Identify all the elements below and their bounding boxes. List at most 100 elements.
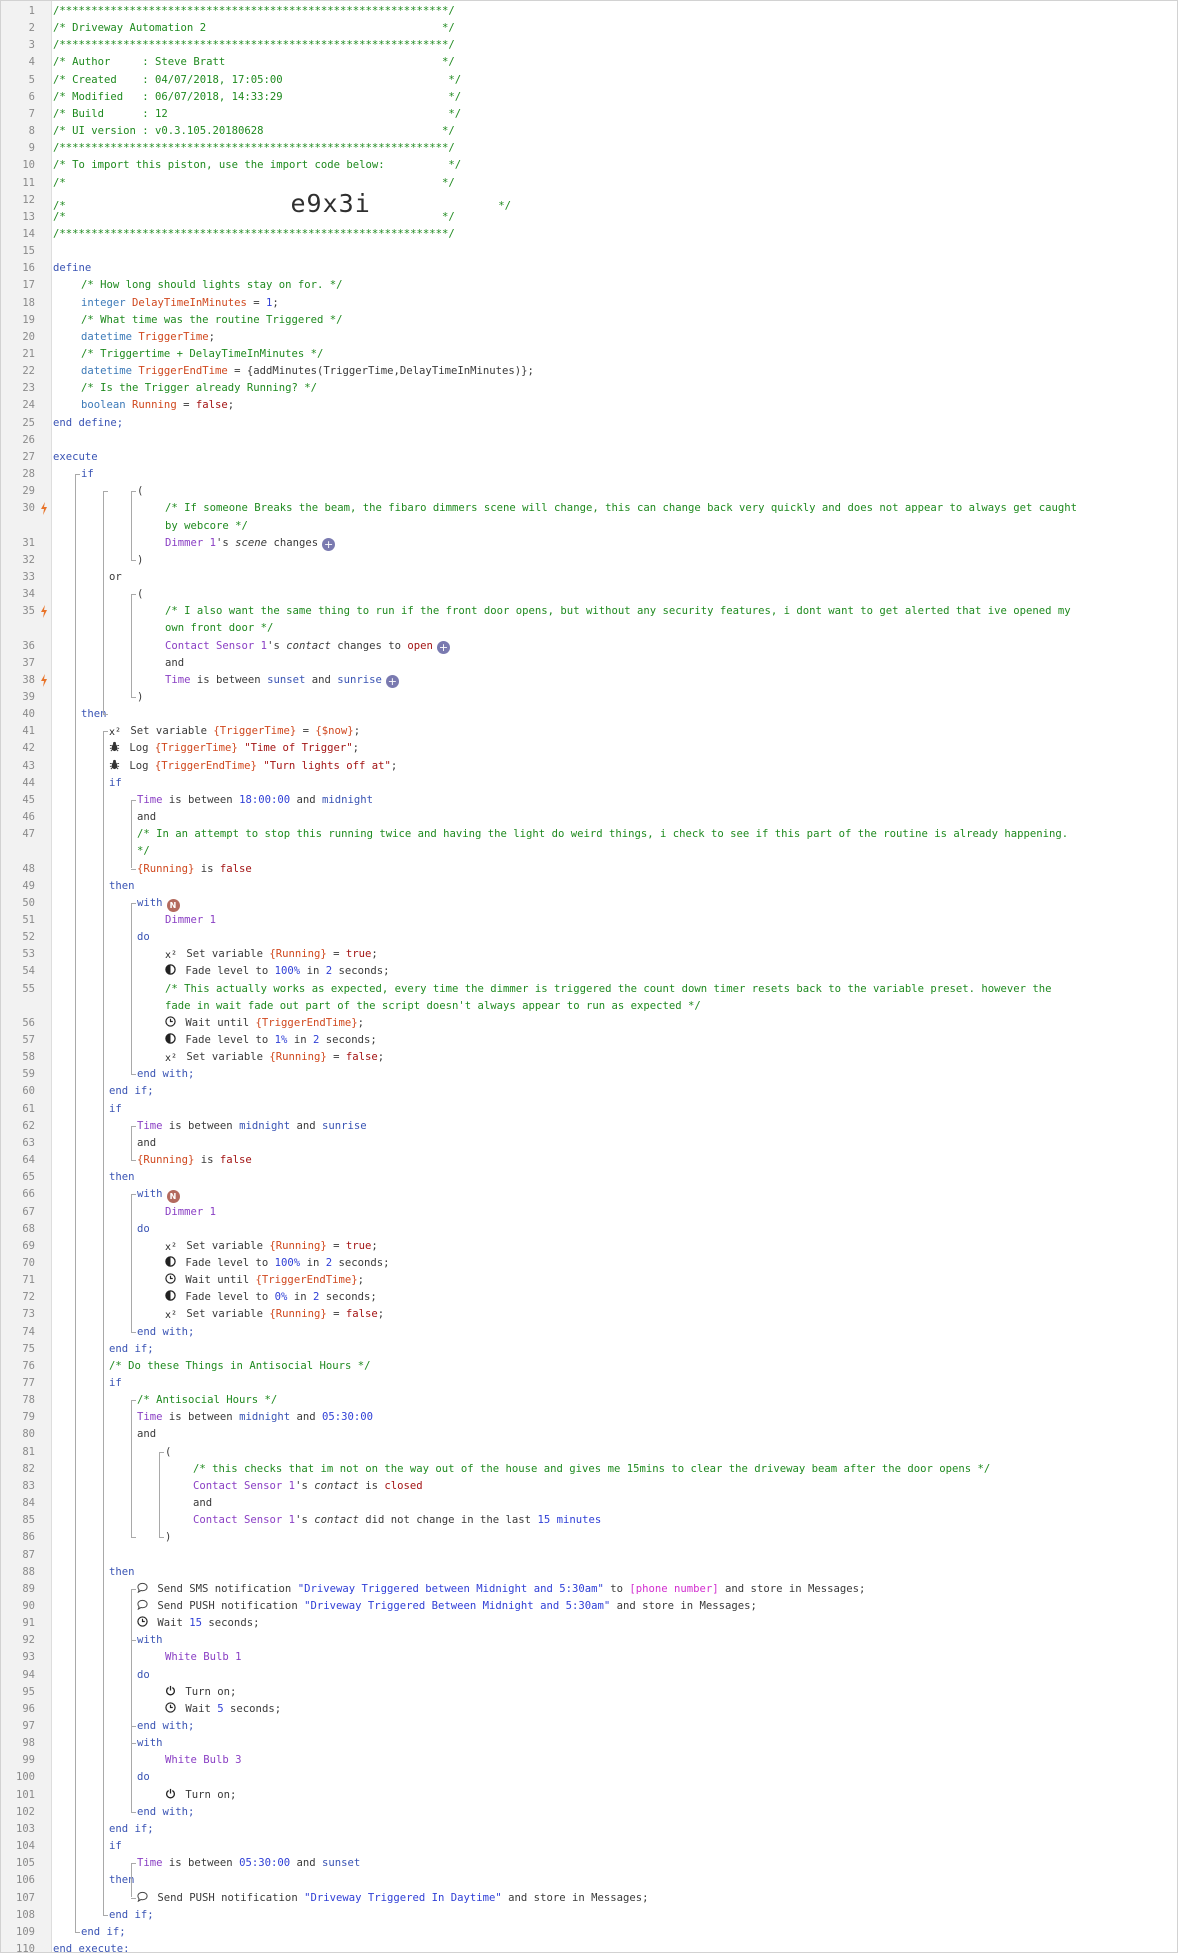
- code-text: end if;: [109, 1085, 154, 1098]
- code-text: end with;: [137, 1805, 195, 1818]
- line-number: 95: [22, 1685, 35, 1698]
- toggle-icon: [165, 1290, 179, 1303]
- code-line: 2 /* Driveway Automation 2 */: [1, 20, 1177, 37]
- code-text: x² Set variable {TriggerTime} = {$now};: [109, 725, 361, 739]
- line-number: 65: [22, 1171, 35, 1184]
- code-line: 64 {Running} is false: [1, 1152, 1177, 1169]
- code-line: 19 /* What time was the routine Triggered…: [1, 312, 1177, 329]
- device-badge-icon: N: [166, 898, 180, 912]
- line-number: 29: [22, 485, 35, 498]
- code-text: /* I also want the same thing to run if …: [165, 605, 1071, 618]
- code-text: /* How long should lights stay on for. *…: [81, 279, 343, 292]
- line-number: 66: [22, 1188, 35, 1201]
- line-number: 67: [22, 1205, 35, 1218]
- code-line: 53 x² Set variable {Running} = true;: [1, 946, 1177, 963]
- code-text: /* Build : 12 */: [53, 107, 462, 120]
- code-text: if: [109, 1840, 122, 1853]
- code-text: Dimmer 1: [165, 1205, 217, 1218]
- code-text: then: [109, 879, 135, 892]
- code-text: Fade level to 0% in 2 seconds;: [165, 1289, 377, 1306]
- line-number: 44: [22, 776, 35, 789]
- line-number: 37: [22, 656, 35, 669]
- block-guide-cap: [131, 1074, 136, 1076]
- code-line: 3 /**************************************…: [1, 37, 1177, 54]
- line-number: 61: [22, 1102, 35, 1115]
- block-guide: [103, 731, 104, 1915]
- code-text: Contact Sensor 1's contact changes to op…: [165, 639, 450, 654]
- block-guide-cap: [131, 1160, 136, 1162]
- code-line: 43 Log {TriggerEndTime} "Turn lights off…: [1, 758, 1177, 775]
- code-line: 86): [1, 1529, 1177, 1546]
- code-line: 42 Log {TriggerTime} "Time of Trigger";: [1, 740, 1177, 757]
- block-guide-cap: [75, 1931, 80, 1933]
- code-line: 90 Send PUSH notification "Driveway Trig…: [1, 1598, 1177, 1615]
- code-text: (: [165, 1445, 172, 1458]
- line-number: 49: [22, 879, 35, 892]
- line-number: 54: [22, 965, 35, 978]
- line-number: 50: [22, 896, 35, 909]
- line-number: 97: [22, 1720, 35, 1732]
- bug-icon: [109, 759, 123, 772]
- code-text: and: [193, 1497, 213, 1510]
- line-number: 43: [22, 759, 35, 772]
- code-line: 93 White Bulb 1: [1, 1649, 1177, 1666]
- code-text: Log {TriggerEndTime} "Turn lights off at…: [109, 758, 397, 775]
- clock-icon: [165, 1702, 179, 1715]
- line-number: 94: [22, 1668, 35, 1681]
- block-guide: [131, 799, 132, 869]
- code-line: 5 /* Created : 04/07/2018, 17:05:00 */: [1, 72, 1177, 89]
- line-number: 15: [22, 245, 35, 258]
- code-line: 56 Wait until {TriggerEndTime};: [1, 1015, 1177, 1032]
- block-guide-cap: [131, 799, 136, 801]
- code-line: 105 Time is between 05:30:00 and sunset: [1, 1855, 1177, 1872]
- line-number: 93: [22, 1651, 35, 1664]
- code-text: execute: [53, 450, 98, 463]
- code-text: /***************************************…: [53, 39, 455, 52]
- code-text: then: [109, 1565, 135, 1578]
- code-line: 14 /*************************************…: [1, 226, 1177, 243]
- code-line: 96 Wait 5 seconds;: [1, 1701, 1177, 1718]
- line-number: 11: [22, 176, 35, 189]
- line-number: 102: [16, 1805, 35, 1818]
- code-text: (: [137, 588, 144, 601]
- line-number: 64: [22, 1154, 35, 1167]
- code-text: /***************************************…: [53, 142, 455, 155]
- code-line: fade in wait fade out part of the script…: [1, 998, 1177, 1015]
- power-icon: [165, 1788, 179, 1801]
- clock-icon: [165, 1016, 179, 1029]
- line-number: 12: [22, 193, 35, 206]
- line-number: 83: [22, 1479, 35, 1492]
- line-number: 70: [22, 1256, 35, 1269]
- code-line: 88 then: [1, 1564, 1177, 1581]
- code-text: or: [109, 570, 122, 583]
- code-line: 39): [1, 689, 1177, 706]
- line-number: 108: [16, 1908, 35, 1921]
- line-number: 26: [22, 433, 35, 446]
- add-condition-icon[interactable]: +: [436, 640, 450, 654]
- code-line: 73 x² Set variable {Running} = false;: [1, 1306, 1177, 1323]
- code-text: x² Set variable {Running} = false;: [165, 1051, 385, 1065]
- code-line: 89 Send SMS notification "Driveway Trigg…: [1, 1581, 1177, 1598]
- variable-icon: x²: [109, 727, 122, 739]
- code-line: 81 (: [1, 1444, 1177, 1461]
- code-line: 7 /* Build : 12 */: [1, 106, 1177, 123]
- code-line: 24 boolean Running = false;: [1, 397, 1177, 414]
- line-number: 103: [16, 1822, 35, 1835]
- code-text: own front door */: [165, 622, 274, 635]
- code-text: end with;: [137, 1720, 195, 1732]
- code-text: if: [109, 1102, 122, 1115]
- code-text: and: [165, 656, 185, 669]
- add-condition-icon[interactable]: +: [385, 674, 399, 688]
- line-number: 55: [22, 982, 35, 995]
- line-number: 110: [16, 1942, 35, 1953]
- code-text: /* To import this piston, use the import…: [53, 159, 462, 172]
- code-line: 95 Turn on;: [1, 1684, 1177, 1701]
- code-line: 29 (: [1, 483, 1177, 500]
- code-line: 74 end with;: [1, 1324, 1177, 1341]
- add-condition-icon[interactable]: +: [322, 537, 336, 551]
- line-number: 53: [22, 948, 35, 961]
- trigger-bolt-icon: [39, 603, 49, 620]
- code-text: /* this checks that im not on the way ou…: [193, 1462, 991, 1475]
- code-line: 36 Contact Sensor 1's contact changes to …: [1, 638, 1177, 655]
- code-text: datetime TriggerTime;: [81, 330, 215, 343]
